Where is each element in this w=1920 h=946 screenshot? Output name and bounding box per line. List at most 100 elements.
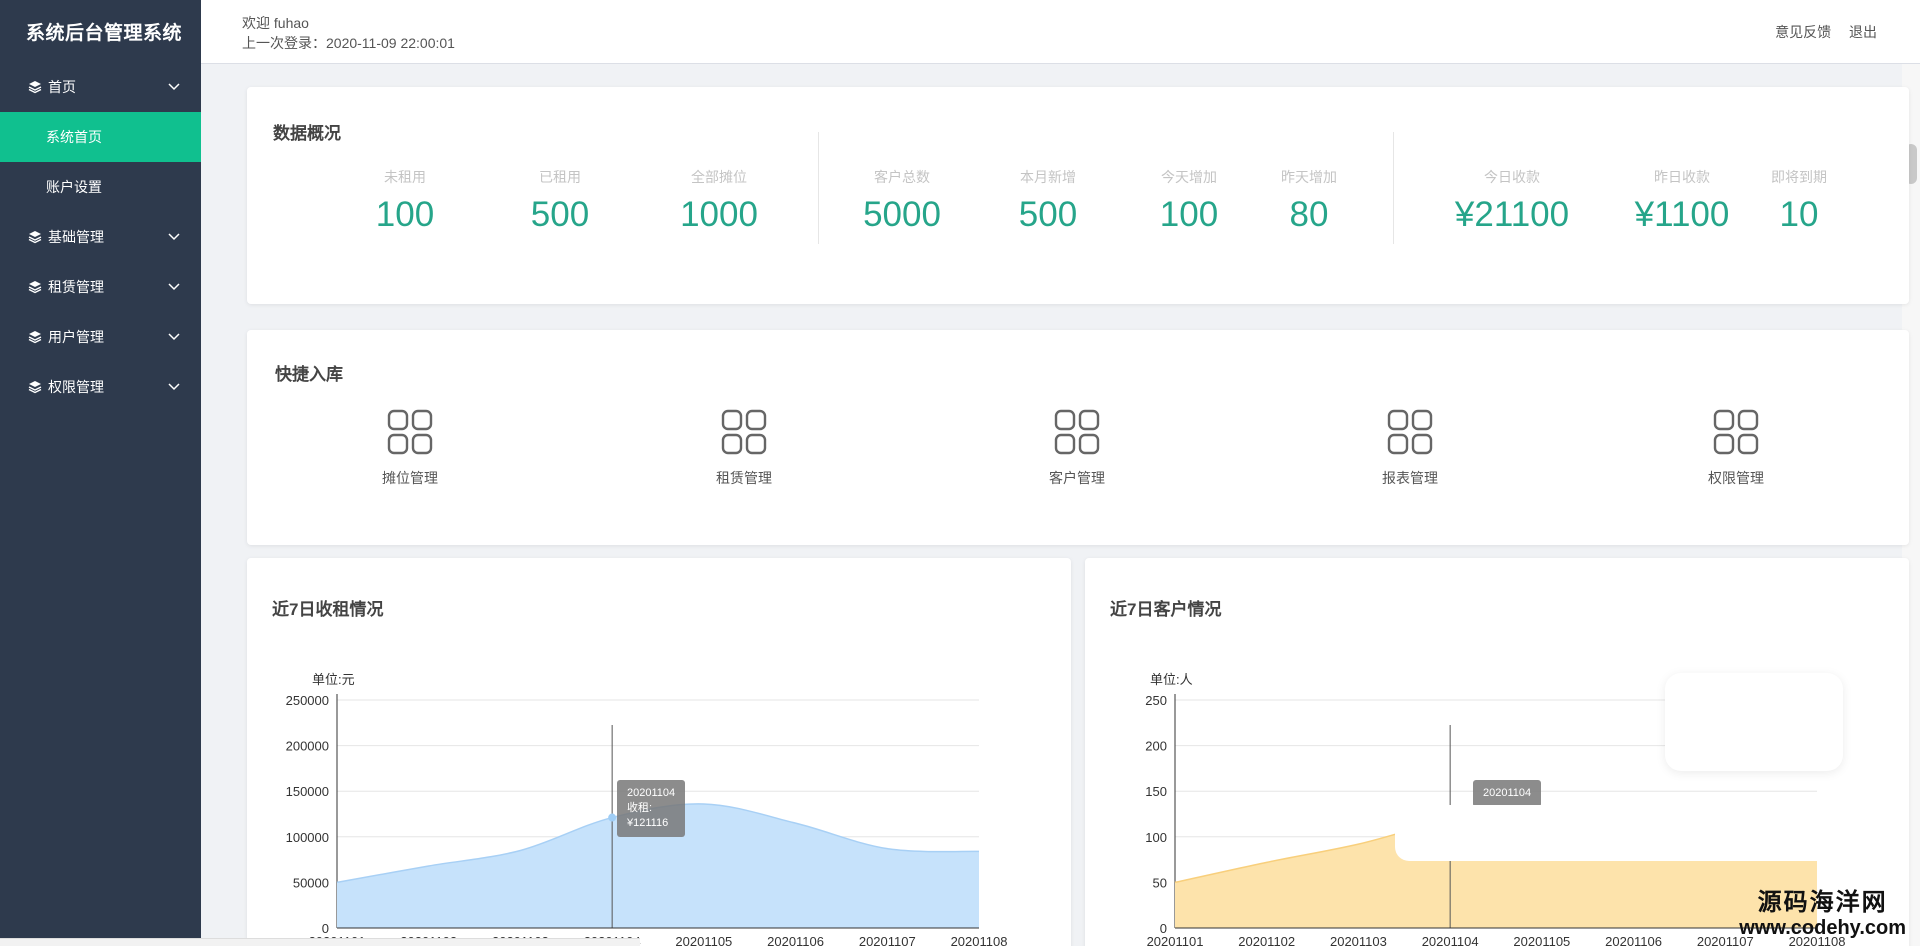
stat-all-stalls: 全部摊位 1000 [649, 167, 789, 235]
rent-chart-card: 近7日收租情况 单位:元 0 50000 100000 150000 200000 2500… [247, 558, 1071, 946]
stat-yesterday-received: 昨日收款 ¥1100 [1607, 167, 1757, 235]
quick-label: 租赁管理 [716, 470, 772, 486]
stat-label: 本月新增 [1020, 169, 1076, 185]
chevron-down-icon [168, 333, 180, 341]
browser-status-bar [0, 938, 640, 946]
tooltip-date: 20201104 [627, 787, 676, 799]
menu-basic-management[interactable]: 基础管理 [0, 212, 201, 262]
grid-icon [387, 409, 433, 455]
quick-entry-card: 快捷入库 摊位管理 租赁管理 客户管理 报表管理 权限管理 [247, 330, 1909, 545]
layers-icon [28, 230, 42, 244]
unit-label: 单位:元 [312, 672, 355, 687]
stat-label: 昨天增加 [1281, 169, 1337, 185]
stat-value: 500 [530, 195, 590, 234]
welcome-block: 欢迎 fuhao 上一次登录：2020-11-09 22:00:01 [242, 13, 455, 53]
stat-unrented: 未租用 100 [335, 167, 475, 235]
menu-permission-management[interactable]: 权限管理 [0, 362, 201, 412]
stat-label: 今天增加 [1161, 169, 1217, 185]
stat-label: 今日收款 [1484, 169, 1540, 185]
stat-expiring-soon: 即将到期 10 [1749, 167, 1849, 235]
y-tick-label: 200000 [286, 739, 329, 754]
stat-label: 即将到期 [1771, 169, 1827, 185]
stat-value: 5000 [863, 195, 941, 234]
menu-user-management[interactable]: 用户管理 [0, 312, 201, 362]
divider [818, 132, 819, 244]
rent-chart-tooltip: 20201104 收租: ¥121116 [617, 780, 686, 837]
app-title: 系统后台管理系统 [26, 22, 183, 44]
y-tick-label: 100 [1145, 830, 1167, 845]
welcome-text: 欢迎 fuhao [242, 15, 309, 31]
menu-home[interactable]: 首页 [0, 62, 201, 112]
customer-chart-tooltip: 20201104 [1473, 780, 1542, 807]
stat-value: 100 [375, 195, 435, 234]
tooltip-label: 收租: [627, 802, 653, 814]
overview-title: 数据概况 [273, 124, 341, 143]
y-tick-label: 100000 [286, 830, 329, 845]
quick-entry-title: 快捷入库 [275, 365, 343, 384]
menu-system-home[interactable]: 系统首页 [0, 112, 201, 162]
quick-label: 摊位管理 [382, 470, 438, 486]
menu-permission-label: 权限管理 [48, 379, 104, 395]
stat-today-received: 今日收款 ¥21100 [1427, 167, 1597, 235]
menu-account-settings[interactable]: 账户设置 [0, 162, 201, 212]
chevron-down-icon [168, 383, 180, 391]
quick-report-management[interactable]: 报表管理 [1340, 408, 1480, 488]
tooltip-date: 20201104 [1483, 787, 1532, 799]
x-tick-label: 20201107 [859, 934, 916, 946]
stat-value: 80 [1289, 195, 1329, 234]
menu-basic-label: 基础管理 [48, 229, 104, 245]
divider [1393, 132, 1394, 244]
y-tick-label: 50000 [293, 875, 329, 890]
quick-customer-management[interactable]: 客户管理 [1007, 408, 1147, 488]
x-tick-label: 20201106 [1605, 934, 1662, 946]
watermark-line2: www.codehy.com [1739, 917, 1906, 939]
stat-added-today: 今天增加 100 [1119, 167, 1259, 235]
stat-new-this-month: 本月新增 500 [978, 167, 1118, 235]
x-tick-label: 20201105 [1513, 934, 1570, 946]
layers-icon [28, 80, 42, 94]
stat-value: 10 [1779, 195, 1819, 234]
y-tick-label: 250 [1145, 693, 1167, 708]
header-links: 意见反馈 退出 [1761, 22, 1877, 42]
stat-rented: 已租用 500 [490, 167, 630, 235]
y-tick-label: 150000 [286, 784, 329, 799]
x-tick-label: 20201106 [767, 934, 824, 946]
stat-label: 昨日收款 [1654, 169, 1710, 185]
stat-value: 500 [1018, 195, 1078, 234]
grid-icon [721, 409, 767, 455]
stat-value: ¥1100 [1634, 195, 1730, 234]
quick-rental-management[interactable]: 租赁管理 [674, 408, 814, 488]
grid-icon [1387, 409, 1433, 455]
x-tick-label: 20201103 [1330, 934, 1387, 946]
layers-icon [28, 380, 42, 394]
watermark-line1: 源码海洋网 [1757, 889, 1888, 916]
menu-rental-management[interactable]: 租赁管理 [0, 262, 201, 312]
x-tick-label: 20201104 [1422, 934, 1479, 946]
chevron-down-icon [168, 233, 180, 241]
x-tick-label: 20201101 [1147, 934, 1204, 946]
last-login-text: 上一次登录：2020-11-09 22:00:01 [242, 35, 455, 51]
tooltip-value: ¥121116 [627, 817, 669, 829]
rent-chart: 单位:元050000100000150000200000250000202011… [286, 672, 1008, 946]
y-tick-label: 50 [1153, 875, 1167, 890]
logout-link[interactable]: 退出 [1849, 24, 1877, 40]
stat-value: ¥21100 [1454, 195, 1570, 234]
y-tick-label: 150 [1145, 784, 1167, 799]
top-header: 欢迎 fuhao 上一次登录：2020-11-09 22:00:01 意见反馈 … [201, 0, 1920, 64]
highlight-point [608, 813, 617, 822]
x-tick-label: 20201105 [675, 934, 732, 946]
stat-label: 全部摊位 [691, 169, 747, 185]
menu-home-label: 首页 [48, 79, 76, 95]
stat-label: 客户总数 [874, 169, 930, 185]
quick-permission-management[interactable]: 权限管理 [1666, 408, 1806, 488]
x-tick-label: 20201108 [951, 934, 1008, 946]
chevron-down-icon [168, 83, 180, 91]
layers-icon [28, 330, 42, 344]
menu-rental-label: 租赁管理 [48, 279, 104, 295]
quick-label: 客户管理 [1049, 470, 1105, 486]
chevron-down-icon [168, 283, 180, 291]
stat-value: 1000 [680, 195, 758, 234]
feedback-link[interactable]: 意见反馈 [1775, 24, 1831, 40]
quick-stall-management[interactable]: 摊位管理 [340, 408, 480, 488]
menu-user-label: 用户管理 [48, 329, 104, 345]
